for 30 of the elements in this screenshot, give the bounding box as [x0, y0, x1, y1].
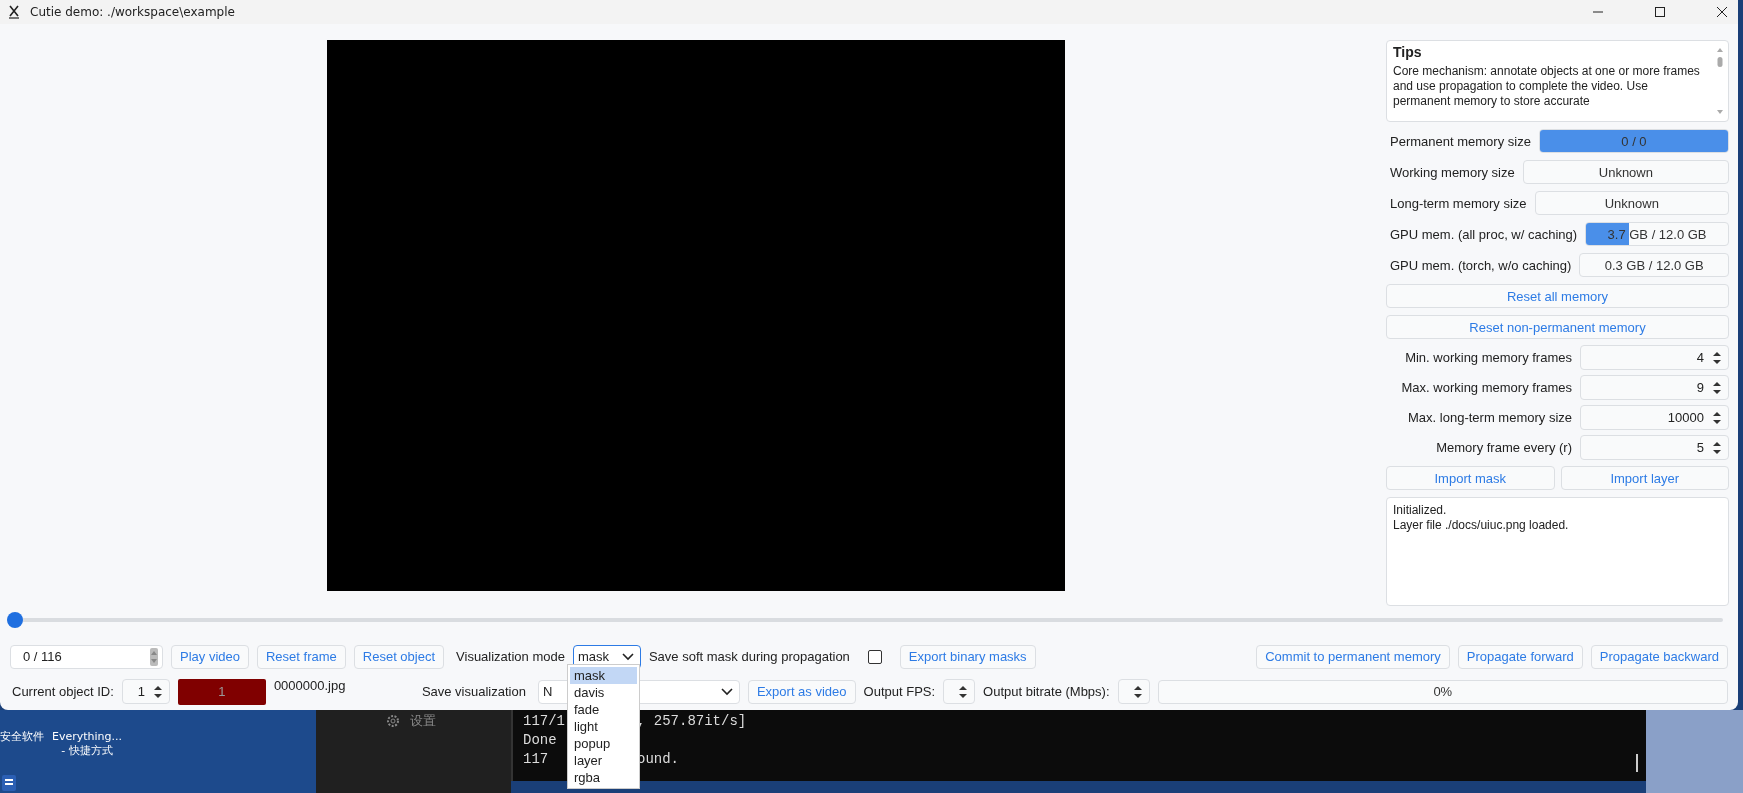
setting-label: Max. working memory frames [1400, 380, 1572, 395]
visualization-mode-label: Visualization mode [456, 649, 565, 664]
meter-reading: 0 / 0 [1621, 133, 1647, 149]
setting-label: Max. long-term memory size [1407, 410, 1572, 425]
terminal-text: Done [523, 731, 558, 750]
tips-text: Core mechanism: annotate objects at one or more frames and use propagation to complete the video. Use permanent memory to store accurate [1393, 64, 1701, 109]
setting-label: Min. working memory frames [1404, 350, 1572, 365]
object-id-label: Current object ID: [12, 684, 114, 699]
setting-label: Memory frame every (r) [1435, 440, 1572, 455]
soft-mask-label: Save soft mask during propagation [648, 649, 850, 664]
meter-reading: 3.7 GB / 12.0 GB [1607, 226, 1707, 242]
log-line: Layer file ./docs/uiuc.png loaded. [1393, 518, 1570, 533]
stat-label: Long-term memory size [1390, 195, 1527, 211]
stat-label: Permanent memory size [1390, 133, 1531, 149]
save-visualization-label: Save visualization [421, 684, 526, 699]
meter-reading: Unknown [1598, 164, 1653, 180]
stat-label: Working memory size [1390, 164, 1515, 180]
tips-heading: Tips [1393, 44, 1423, 60]
window-title: Cutie demo: ./workspace\example [30, 5, 235, 19]
progress-reading: 0% [1433, 684, 1453, 699]
stat-label: GPU mem. (torch, w/o caching) [1390, 257, 1572, 273]
terminal-text: 117/1 [523, 712, 564, 731]
meter-reading: Unknown [1604, 195, 1659, 211]
frame-name: 0000000.jpg [273, 678, 347, 693]
output-fps-label: Output FPS: [863, 684, 936, 699]
output-bitrate-label: Output bitrate (Mbps): [983, 684, 1110, 699]
stat-label: GPU mem. (all proc, w/ caching) [1390, 226, 1578, 242]
meter-reading: 0.3 GB / 12.0 GB [1604, 257, 1704, 273]
log-line: Initialized. [1393, 503, 1448, 518]
terminal-text: 117 [523, 750, 550, 769]
